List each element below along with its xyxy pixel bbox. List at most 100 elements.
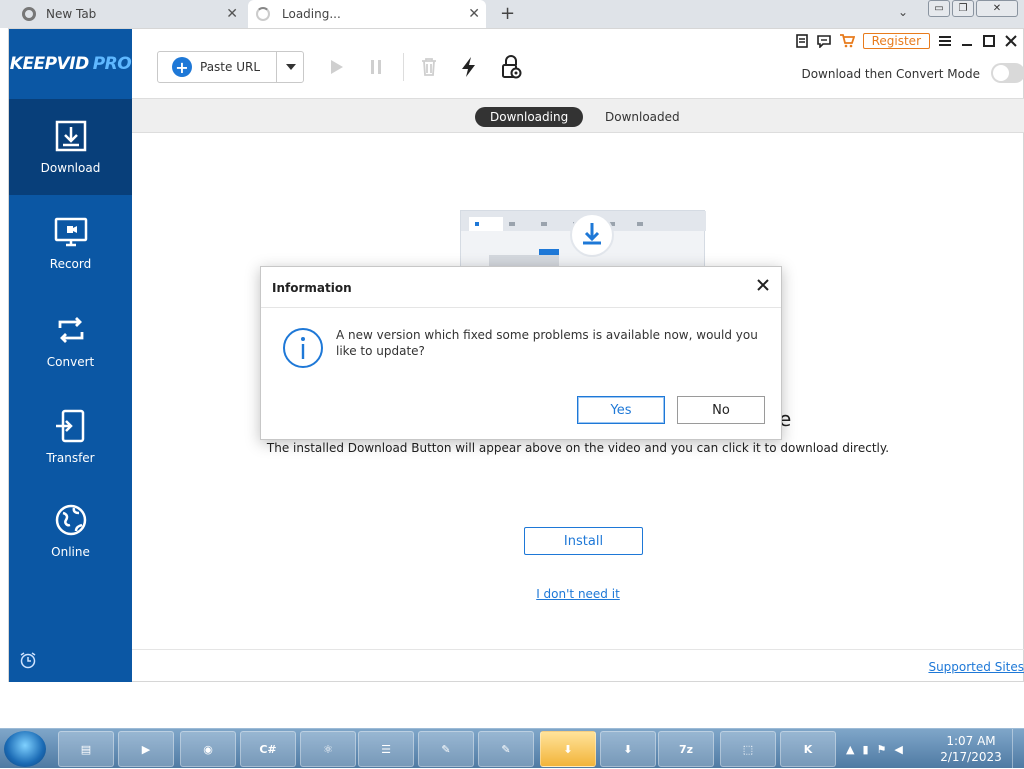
browser-illustration — [460, 210, 706, 269]
clock-date: 2/17/2023 — [940, 750, 1002, 764]
trash-icon[interactable] — [417, 55, 441, 79]
download-convert-mode-label: Download then Convert Mode — [801, 67, 980, 81]
restore-button[interactable]: ❐ — [952, 0, 974, 17]
transfer-icon — [55, 409, 84, 443]
caret-down-icon — [285, 64, 296, 70]
dialog-message: A new version which fixed some problems … — [336, 328, 758, 358]
supported-sites-link[interactable]: Supported Sites — [928, 660, 1024, 674]
logo-accent: PRO — [92, 54, 132, 74]
dont-need-link: I don't need it — [132, 587, 1024, 601]
csharp-icon[interactable]: C# — [240, 731, 296, 767]
download-convert-mode-toggle[interactable] — [991, 63, 1024, 83]
close-icon[interactable] — [1004, 35, 1018, 47]
sidebar-item-record[interactable]: Record — [9, 195, 132, 291]
tab-new-tab[interactable]: New Tab ✕ — [12, 0, 244, 28]
tab-title: Loading... — [282, 7, 341, 21]
dialog-title: Information — [272, 281, 352, 295]
feedback-icon[interactable] — [795, 34, 809, 48]
7zip-icon[interactable]: 7z — [658, 731, 714, 767]
tab-downloaded[interactable]: Downloaded — [590, 107, 695, 127]
window-controls: ▭ ❐ ✕ — [928, 0, 1018, 17]
info-icon — [283, 328, 323, 368]
maximize-icon[interactable] — [982, 35, 996, 47]
keepvid-taskbar-icon[interactable]: K — [780, 731, 836, 767]
notepad2-icon[interactable]: ✎ — [478, 731, 534, 767]
sidebar-item-label: Online — [51, 545, 90, 559]
private-mode-icon[interactable] — [499, 55, 523, 79]
pause-icon[interactable] — [364, 55, 388, 79]
sidebar-item-online[interactable]: Online — [9, 483, 132, 579]
tray-volume-icon[interactable]: ◀ — [894, 743, 902, 756]
new-tab-button[interactable]: + — [500, 3, 515, 24]
start-button[interactable] — [4, 731, 46, 767]
windows-taskbar: ▤ ▶ ◉ C# ⚛ ☰ ✎ ✎ ⬇ ⬇ 7z ⬚ K ▲ ▮ ⚑ ◀ 1:07… — [0, 728, 1024, 769]
monitor-record-icon — [54, 217, 87, 247]
tab-loading[interactable]: Loading... ✕ — [248, 0, 486, 28]
close-button[interactable]: ✕ — [976, 0, 1018, 17]
setup-icon[interactable]: ⬇ — [540, 731, 596, 767]
install-button[interactable]: Install — [524, 527, 643, 555]
cart-icon[interactable] — [839, 34, 855, 48]
atom-icon[interactable]: ⚛ — [300, 731, 356, 767]
system-tray: ▲ ▮ ⚑ ◀ — [846, 729, 903, 769]
sidebar-item-label: Transfer — [46, 451, 95, 465]
sidebar-item-label: Record — [49, 257, 92, 271]
tab-close-icon[interactable]: ✕ — [468, 6, 480, 22]
loading-spinner-icon — [256, 7, 270, 21]
notepad-icon[interactable]: ✎ — [418, 731, 474, 767]
minimize-icon[interactable] — [960, 35, 974, 47]
alarm-clock-icon[interactable] — [19, 651, 37, 669]
sidebar-item-transfer[interactable]: Transfer — [9, 389, 132, 485]
app-logo: KEEPVID PRO — [9, 29, 132, 99]
dialog-header: Information — [261, 267, 781, 308]
taskbar-clock[interactable]: 1:07 AM 2/17/2023 — [936, 733, 1006, 765]
media-player-icon[interactable]: ▶ — [118, 731, 174, 767]
browser-tab-strip: New Tab ✕ Loading... ✕ + ⌄ ▭ ❐ ✕ — [0, 0, 1024, 28]
clock-time: 1:07 AM — [946, 734, 996, 748]
window-top-right: Register — [795, 33, 1018, 49]
convert-icon — [58, 317, 83, 343]
setup2-icon[interactable]: ⬇ — [600, 731, 656, 767]
footer: Supported Sites — [132, 649, 1024, 682]
lightning-icon[interactable] — [457, 55, 481, 79]
show-desktop-button[interactable] — [1012, 729, 1024, 769]
plus-icon: + — [172, 57, 192, 77]
dialog-close-icon[interactable] — [756, 278, 770, 292]
tray-expand-icon[interactable]: ▲ — [846, 743, 854, 756]
minimize-button[interactable]: ▭ — [928, 0, 950, 17]
toolbar: + Paste URL Register Download then Conve… — [132, 29, 1024, 99]
chrome-taskbar-icon[interactable]: ◉ — [180, 731, 236, 767]
globe-icon — [55, 504, 86, 536]
logo-text: KEEPVID — [9, 54, 89, 74]
chevron-down-icon[interactable]: ⌄ — [898, 5, 908, 19]
install-description: The installed Download Button will appea… — [266, 441, 890, 455]
information-dialog: Information A new version which fixed so… — [260, 266, 782, 440]
sidebar-item-convert[interactable]: Convert — [9, 293, 132, 389]
download-button-illustration — [461, 211, 706, 269]
sidebar-item-label: Convert — [46, 355, 95, 369]
chrome-icon — [22, 7, 36, 21]
tab-close-icon[interactable]: ✕ — [226, 6, 238, 22]
tab-title: New Tab — [46, 7, 97, 21]
list-icon[interactable]: ☰ — [358, 731, 414, 767]
download-tabs-bar: Downloading Downloaded — [132, 98, 1024, 133]
network-icon[interactable]: ⬚ — [720, 731, 776, 767]
tray-flag-icon[interactable]: ⚑ — [877, 743, 887, 756]
explorer-icon[interactable]: ▤ — [58, 731, 114, 767]
chat-icon[interactable] — [816, 34, 831, 48]
tray-network-icon[interactable]: ▮ — [862, 743, 868, 756]
register-button[interactable]: Register — [862, 33, 930, 49]
menu-icon[interactable] — [938, 35, 952, 47]
dont-need-link-text[interactable]: I don't need it — [536, 587, 620, 601]
no-button[interactable]: No — [677, 396, 765, 424]
sidebar-item-label: Download — [40, 161, 101, 175]
play-icon[interactable] — [324, 55, 348, 79]
tab-downloading[interactable]: Downloading — [475, 107, 584, 127]
yes-button[interactable]: Yes — [577, 396, 665, 424]
paste-url-dropdown[interactable] — [276, 51, 304, 83]
paste-url-label: Paste URL — [200, 60, 261, 74]
toolbar-divider — [403, 53, 404, 81]
download-icon — [55, 120, 86, 152]
sidebar-item-download[interactable]: Download — [9, 99, 132, 195]
sidebar: KEEPVID PRO Download Record Convert Tran… — [9, 29, 132, 682]
